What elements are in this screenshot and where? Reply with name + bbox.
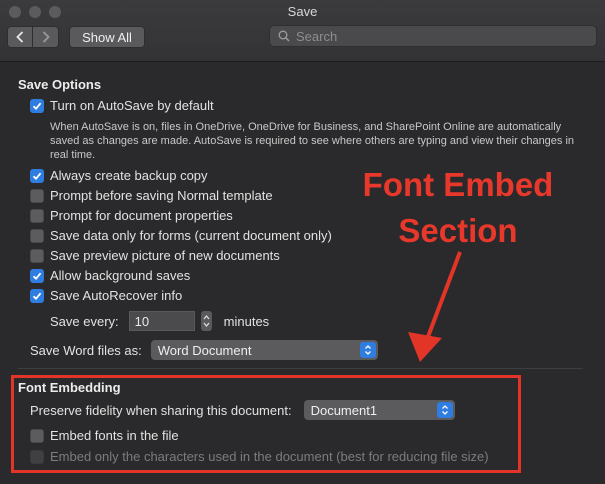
prompt-normal-template-checkbox[interactable] [30,188,44,203]
option-save-preview-picture[interactable]: Save preview picture of new documents [30,248,280,263]
option-embed-fonts[interactable]: Embed fonts in the file [30,428,179,443]
background-saves-label: Allow background saves [50,268,191,283]
background-saves-checkbox[interactable] [30,268,44,283]
prompt-document-properties-label: Prompt for document properties [50,208,233,223]
option-save-data-forms[interactable]: Save data only for forms (current docume… [30,228,332,243]
option-prompt-normal-template[interactable]: Prompt before saving Normal template [30,188,273,203]
prompt-normal-template-label: Prompt before saving Normal template [50,188,273,203]
preserve-fidelity-popup[interactable]: Document1 [303,400,455,420]
annotation-line-2: Section [398,212,518,249]
embed-fonts-label: Embed fonts in the file [50,428,179,443]
annotation-arrow-icon [408,251,462,362]
prompt-document-properties-checkbox[interactable] [30,208,44,223]
preserve-fidelity-row: Preserve fidelity when sharing this docu… [30,400,455,420]
autorecover-label: Save AutoRecover info [50,288,183,303]
save-as-row: Save Word files as: Word Document [30,340,378,360]
navigation-buttons [7,26,59,48]
save-data-forms-label: Save data only for forms (current docume… [50,228,332,243]
save-preview-picture-checkbox[interactable] [30,248,44,263]
option-autorecover[interactable]: Save AutoRecover info [30,288,182,303]
save-as-popup[interactable]: Word Document [150,340,378,360]
checkmark-icon [32,172,42,180]
forward-button[interactable] [33,26,59,48]
popup-arrows-icon [436,402,453,418]
show-all-button[interactable]: Show All [69,26,145,48]
backup-copy-label: Always create backup copy [50,168,208,183]
autosave-option[interactable]: Turn on AutoSave by default [30,98,214,113]
stepper-arrows-icon [203,314,210,328]
checkmark-icon [32,272,42,280]
option-background-saves[interactable]: Allow background saves [30,268,190,283]
section-divider [18,368,583,369]
chevron-left-icon [16,31,24,43]
preserve-fidelity-label: Preserve fidelity when sharing this docu… [30,402,292,418]
search-icon [278,30,290,42]
chevron-right-icon [42,31,50,43]
preserve-fidelity-value: Document1 [310,402,378,418]
embed-fonts-checkbox[interactable] [30,428,44,443]
option-embed-characters: Embed only the characters used in the do… [30,449,489,464]
autosave-checkbox[interactable] [30,98,44,113]
autosave-label: Turn on AutoSave by default [50,98,214,113]
embed-characters-label: Embed only the characters used in the do… [50,449,489,464]
autosave-description: When AutoSave is on, files in OneDrive, … [50,121,575,161]
search-input[interactable] [296,28,576,44]
window-title: Save [287,4,318,19]
checkmark-icon [32,102,42,110]
backup-copy-checkbox[interactable] [30,168,44,183]
save-options-heading: Save Options [18,77,102,92]
annotation-line-1: Font Embed [362,166,554,203]
title-bar: Save Show All [0,0,605,62]
popup-arrows-icon [359,342,376,358]
save-every-field[interactable]: 10 [128,311,195,331]
save-preview-picture-label: Save preview picture of new documents [50,248,280,263]
autorecover-checkbox[interactable] [30,288,44,303]
embed-characters-checkbox [30,449,44,464]
font-embedding-heading: Font Embedding [18,380,121,395]
save-every-stepper[interactable] [200,311,212,331]
option-backup-copy[interactable]: Always create backup copy [30,168,208,183]
save-every-row: Save every: 10 minutes [50,311,269,331]
checkmark-icon [32,292,42,300]
option-prompt-document-properties[interactable]: Prompt for document properties [30,208,233,223]
save-every-unit: minutes [223,313,270,329]
back-button[interactable] [7,26,33,48]
save-data-forms-checkbox[interactable] [30,228,44,243]
save-every-label: Save every: [50,313,119,329]
save-as-label: Save Word files as: [30,342,142,358]
search-field[interactable] [269,25,597,47]
save-as-value: Word Document [157,342,252,358]
